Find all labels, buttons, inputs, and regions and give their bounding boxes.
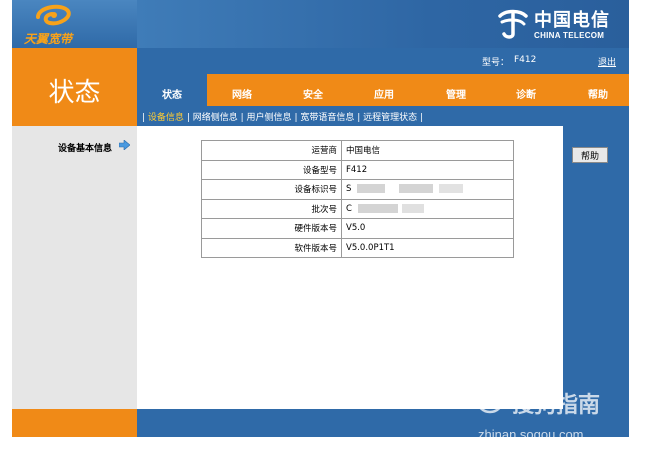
nav-tab-application[interactable]: 应用 [359, 86, 409, 101]
model-value: F412 [514, 55, 537, 65]
subnav-device-info[interactable]: 设备信息 [148, 113, 184, 123]
row-key: 设备标识号 [201, 179, 342, 200]
brand-logo: 天翼宽带 [22, 3, 92, 46]
watermark-url: zhinan.sogou.com [478, 427, 584, 442]
model-bar [137, 48, 629, 74]
nav-tab-security[interactable]: 安全 [288, 86, 338, 101]
redacted-block [399, 184, 434, 194]
watermark-text: 搜狗指南 [512, 393, 601, 418]
sub-nav-separator: | [142, 113, 146, 123]
table-row: 软件版本号 V5.0.0P1T1 [201, 237, 514, 258]
sub-nav-separator: | [357, 113, 361, 123]
help-button[interactable]: 帮助 [572, 147, 608, 163]
subnav-user-side-info[interactable]: 用户侧信息 [247, 113, 292, 123]
sub-nav-separator: | [294, 113, 298, 123]
sidebar-item-device-basic-info[interactable]: 设备基本信息 [58, 141, 112, 154]
table-row: 运营商 中国电信 [201, 140, 514, 161]
row-key: 硬件版本号 [201, 218, 342, 239]
subnav-remote-management-status[interactable]: 远程管理状态 [363, 113, 417, 123]
telecom-name-cn: 中国电信 [534, 10, 610, 31]
sub-nav-links: | 设备信息 | 网络侧信息 | 用户侧信息 | 宽带语音信息 | 远程管理状态… [142, 110, 423, 123]
sub-nav-separator: | [420, 113, 424, 123]
sub-nav-separator: | [240, 113, 244, 123]
table-row: 设备标识号 S [201, 179, 514, 200]
arrow-right-icon [119, 140, 130, 150]
row-value-text: C [346, 203, 352, 214]
row-key: 批次号 [201, 198, 342, 219]
brand-name: 天翼宽带 [24, 32, 73, 46]
row-value: 中国电信 [341, 140, 514, 161]
row-key: 软件版本号 [201, 237, 342, 258]
row-value: F412 [341, 159, 514, 180]
sub-nav-separator: | [186, 113, 190, 123]
table-row: 设备型号 F412 [201, 159, 514, 180]
left-sidebar [12, 126, 137, 409]
row-value-text: F412 [346, 164, 368, 175]
footer-left [12, 409, 137, 437]
nav-tab-status[interactable]: 状态 [147, 86, 197, 101]
nav-tab-network[interactable]: 网络 [217, 86, 267, 101]
redacted-block [357, 184, 386, 194]
table-row: 批次号 C [201, 198, 514, 219]
nav-tab-help[interactable]: 帮助 [573, 86, 623, 101]
row-value-text: S [346, 184, 352, 195]
subnav-network-side-info[interactable]: 网络侧信息 [193, 113, 238, 123]
table-row: 硬件版本号 V5.0 [201, 218, 514, 239]
row-value-text: 中国电信 [346, 146, 381, 157]
device-info-table: 运营商 中国电信 设备型号 F412 设备标识号 S 批次号 C 硬件版本号 V… [201, 140, 514, 258]
redacted-block [439, 184, 464, 194]
subnav-broadband-voice-info[interactable]: 宽带语音信息 [300, 113, 354, 123]
row-key: 设备型号 [201, 159, 342, 180]
brand-swirl-icon [36, 4, 71, 26]
china-telecom-logo: 中国电信 CHINA TELECOM [496, 4, 626, 44]
nav-tab-management[interactable]: 管理 [431, 86, 481, 101]
telecom-name-en: CHINA TELECOM [534, 31, 605, 40]
page-title: 状态 [48, 78, 101, 108]
row-value: S [341, 179, 514, 200]
row-value: C [341, 198, 514, 219]
logout-link[interactable]: 退出 [598, 55, 616, 68]
nav-tab-diagnostics[interactable]: 诊断 [501, 86, 551, 101]
row-value-text: V5.0 [346, 223, 366, 234]
row-value: V5.0.0P1T1 [341, 237, 514, 258]
telecom-logo-icon [498, 9, 528, 39]
row-value-text: V5.0.0P1T1 [346, 242, 395, 253]
right-help-panel [563, 126, 629, 409]
redacted-block [357, 203, 398, 213]
row-value: V5.0 [341, 218, 514, 239]
model-label: 型号： [482, 58, 510, 68]
watermark-logo-icon [475, 384, 505, 414]
redacted-block [401, 203, 424, 213]
row-key: 运营商 [201, 140, 342, 161]
